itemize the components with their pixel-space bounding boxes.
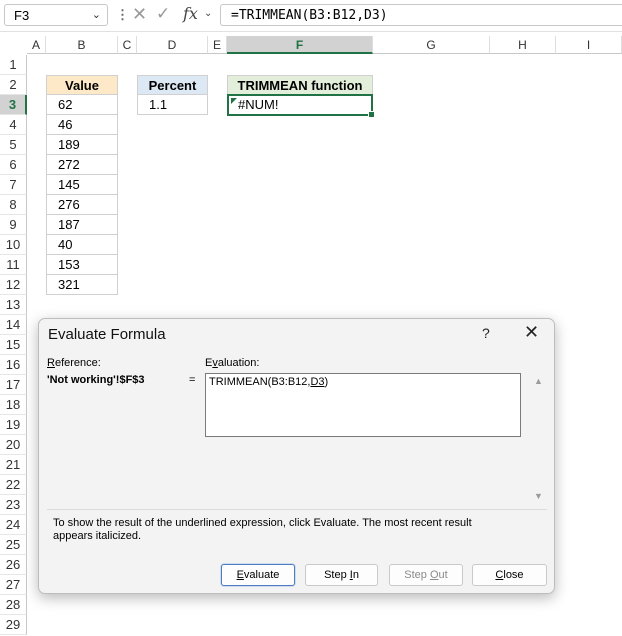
column-header-i[interactable]: I [556, 36, 622, 54]
name-box[interactable]: F3 ⌄ [4, 4, 108, 26]
row-header-27[interactable]: 27 [0, 575, 27, 595]
chevron-down-icon[interactable]: ⌄ [92, 8, 101, 21]
close-icon[interactable]: ✕ [524, 322, 539, 343]
dialog-title: Evaluate Formula [48, 326, 166, 343]
value-cell[interactable]: 189 [46, 135, 118, 155]
row-header-22[interactable]: 22 [0, 475, 27, 495]
evaluation-text: TRIMMEAN(B3:B12,D3) [209, 376, 328, 388]
formula-text: =TRIMMEAN(B3:B12,D3) [231, 8, 388, 23]
column-header-c[interactable]: C [118, 36, 137, 54]
value-cell[interactable]: 153 [46, 255, 118, 275]
row-header-4[interactable]: 4 [0, 115, 27, 135]
value-header-cell[interactable]: Value [46, 75, 118, 95]
row-header-1[interactable]: 1 [0, 55, 27, 75]
row-header-28[interactable]: 28 [0, 595, 27, 615]
equals-sign: = [189, 374, 196, 386]
row-header-15[interactable]: 15 [0, 335, 27, 355]
divider [47, 509, 547, 510]
row-header-20[interactable]: 20 [0, 435, 27, 455]
row-header-23[interactable]: 23 [0, 495, 27, 515]
enter-check-icon[interactable]: ✓ [156, 4, 170, 24]
row-header-25[interactable]: 25 [0, 535, 27, 555]
row-header-16[interactable]: 16 [0, 355, 27, 375]
value-cell[interactable]: 62 [46, 95, 118, 115]
row-header-13[interactable]: 13 [0, 295, 27, 315]
row-header-24[interactable]: 24 [0, 515, 27, 535]
row-header-26[interactable]: 26 [0, 555, 27, 575]
evaluate-formula-dialog: Evaluate Formula ? ✕ Reference: 'Not wor… [38, 318, 555, 594]
value-cell[interactable]: 40 [46, 235, 118, 255]
active-cell-selection[interactable] [227, 94, 375, 118]
value-cell[interactable]: 276 [46, 195, 118, 215]
step-out-button[interactable]: Step Out [389, 564, 463, 586]
row-header-18[interactable]: 18 [0, 395, 27, 415]
row-header-19[interactable]: 19 [0, 415, 27, 435]
evaluation-box[interactable]: TRIMMEAN(B3:B12,D3) [205, 373, 521, 437]
value-cell[interactable]: 46 [46, 115, 118, 135]
column-header-g[interactable]: G [373, 36, 490, 54]
row-header-5[interactable]: 5 [0, 135, 27, 155]
more-options-icon[interactable]: ⋮ [116, 7, 129, 23]
error-indicator-icon[interactable] [231, 98, 237, 104]
column-header-a[interactable]: A [27, 36, 46, 54]
row-header-8[interactable]: 8 [0, 195, 27, 215]
scroll-down-icon[interactable]: ▼ [534, 491, 543, 501]
value-cell[interactable]: 145 [46, 175, 118, 195]
column-header-f[interactable]: F [227, 36, 373, 54]
value-cell[interactable]: 321 [46, 275, 118, 295]
help-icon[interactable]: ? [482, 325, 490, 341]
row-header-21[interactable]: 21 [0, 455, 27, 475]
chevron-down-icon[interactable]: ⌄ [204, 8, 212, 19]
cancel-icon[interactable]: ✕ [132, 4, 147, 25]
percent-header-cell[interactable]: Percent [137, 75, 208, 95]
row-header-7[interactable]: 7 [0, 175, 27, 195]
evaluate-button[interactable]: Evaluate [221, 564, 295, 586]
function-header-cell[interactable]: TRIMMEAN function [227, 75, 373, 95]
column-header-h[interactable]: H [490, 36, 556, 54]
close-button[interactable]: Close [472, 564, 547, 586]
percent-value-cell[interactable]: 1.1 [137, 95, 208, 115]
name-box-value: F3 [14, 8, 30, 23]
row-header-17[interactable]: 17 [0, 375, 27, 395]
evaluation-label: Evaluation: [205, 357, 260, 369]
value-cell[interactable]: 272 [46, 155, 118, 175]
row-header-14[interactable]: 14 [0, 315, 27, 335]
row-header-6[interactable]: 6 [0, 155, 27, 175]
row-header-29[interactable]: 29 [0, 615, 27, 635]
column-header-b[interactable]: B [46, 36, 118, 54]
evaluation-suffix: ) [324, 376, 329, 388]
formula-bar: F3 ⌄ ⋮ ✕ ✓ fx ⌄ =TRIMMEAN(B3:B12,D3) [0, 0, 622, 32]
value-cell[interactable]: 187 [46, 215, 118, 235]
evaluation-prefix: TRIMMEAN(B3:B12, [209, 376, 311, 388]
row-header-3[interactable]: 3 [0, 95, 27, 115]
column-header-d[interactable]: D [137, 36, 208, 54]
reference-label: Reference: [47, 357, 101, 369]
evaluation-underlined: D3 [310, 376, 325, 388]
row-header-9[interactable]: 9 [0, 215, 27, 235]
formula-input[interactable]: =TRIMMEAN(B3:B12,D3) [220, 4, 622, 26]
reference-value: 'Not working'!$F$3 [47, 374, 145, 386]
row-header-12[interactable]: 12 [0, 275, 27, 295]
column-headers: A B C D E F G H I [0, 36, 622, 54]
insert-function-icon[interactable]: fx [183, 4, 198, 23]
row-header-2[interactable]: 2 [0, 75, 27, 95]
column-header-e[interactable]: E [208, 36, 227, 54]
fill-handle[interactable] [368, 111, 375, 118]
scroll-up-icon[interactable]: ▲ [534, 376, 543, 386]
dialog-message: To show the result of the underlined exp… [53, 517, 472, 542]
step-in-button[interactable]: Step In [305, 564, 378, 586]
row-header-10[interactable]: 10 [0, 235, 27, 255]
row-header-11[interactable]: 11 [0, 255, 27, 275]
